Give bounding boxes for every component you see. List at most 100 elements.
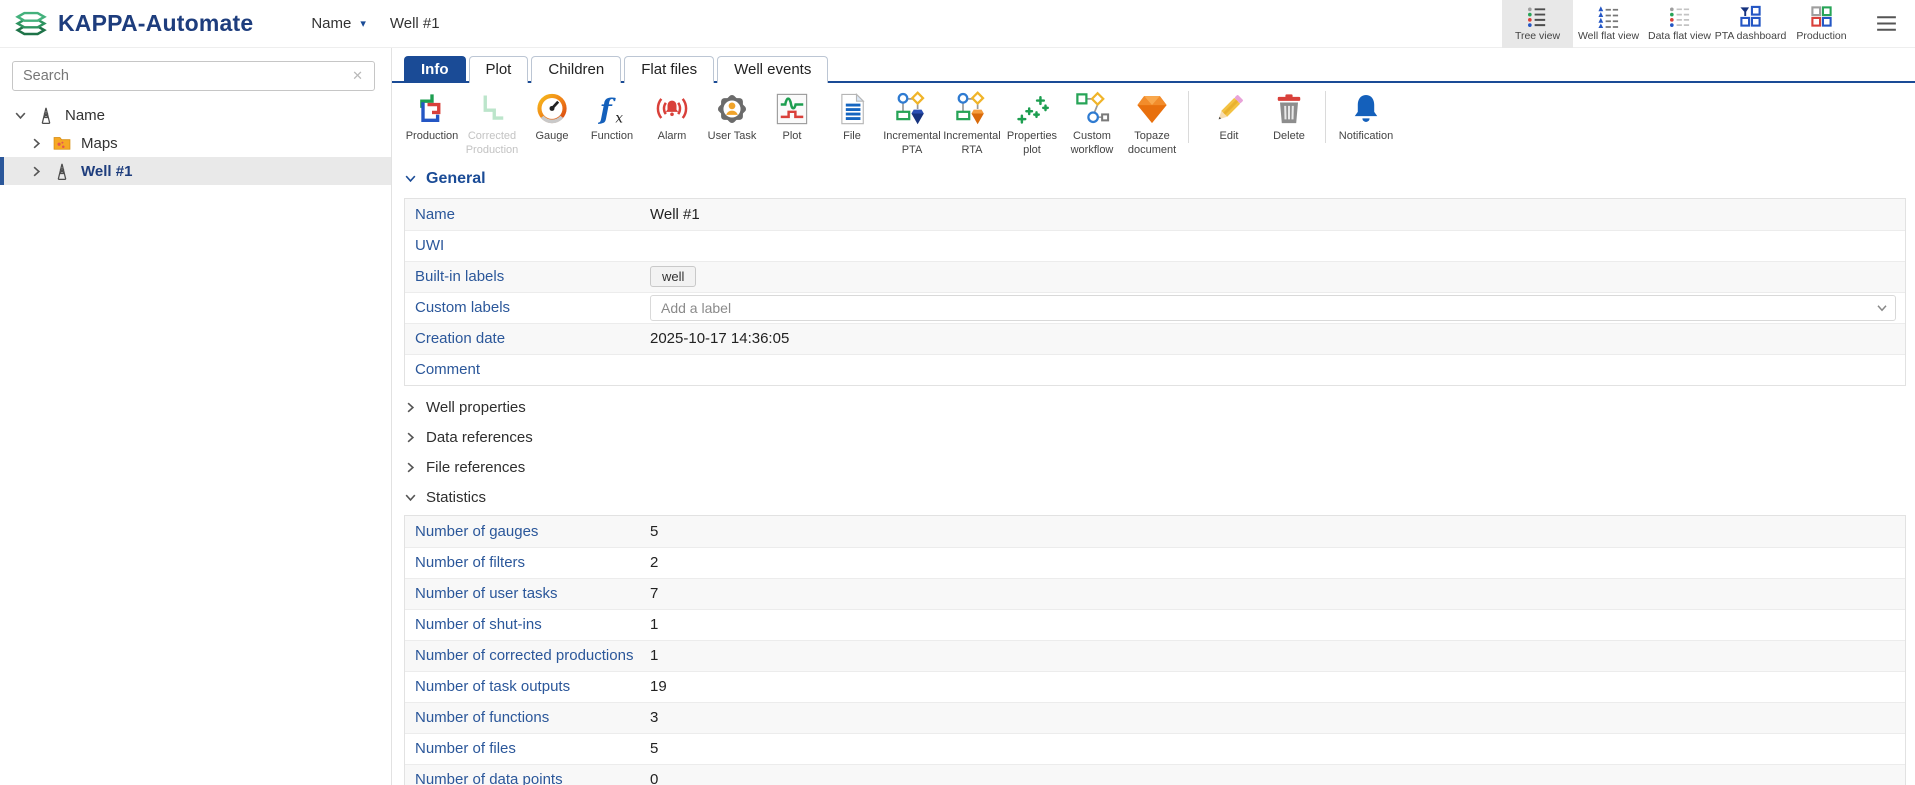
view-button-well-flat-view[interactable]: Well flat view (1573, 0, 1644, 48)
toolbar-button-custom-workflow[interactable]: Custom workflow (1062, 89, 1122, 158)
toolbar-button-label: Function (590, 130, 634, 142)
tab-children[interactable]: Children (531, 56, 622, 83)
incremental-rta-icon (954, 89, 990, 129)
statistic-label: Number of shut-ins (415, 616, 542, 633)
statistic-label: Number of data points (415, 771, 563, 785)
section-title: Data references (426, 428, 533, 446)
toolbar-button-label: User Task (707, 130, 757, 142)
section-header-file-references[interactable]: File references (404, 459, 1906, 476)
section-title: General (426, 169, 486, 187)
dropdown-chevron-icon[interactable] (1876, 302, 1888, 314)
toolbar-button-label: Production (405, 130, 459, 142)
view-button-pta-dashboard[interactable]: PTA dashboard (1715, 0, 1786, 48)
toolbar-button-function[interactable]: f x Function (582, 89, 642, 144)
property-row: Creation date 2025-10-17 14:36:05 (405, 322, 1905, 354)
user-task-icon (714, 89, 750, 129)
toolbar-button-label: Gauge (535, 130, 569, 142)
incremental-pta-icon (894, 89, 930, 129)
statistic-row: Number of gauges 5 (405, 515, 1905, 547)
statistic-value: 5 (650, 522, 659, 540)
toolbar-separator (1188, 91, 1189, 143)
view-switcher: Tree view Well flat view Data flat view PTA… (1502, 0, 1857, 48)
toolbar-button-plot[interactable]: Plot (762, 89, 822, 144)
section-header-statistics[interactable]: Statistics (404, 489, 1906, 506)
data-flat-view-icon (1668, 5, 1691, 28)
section-header-well-properties[interactable]: Well properties (404, 399, 1906, 416)
delete-icon (1271, 89, 1307, 129)
statistic-row: Number of data points 0 (405, 763, 1905, 785)
chevron-right-icon[interactable] (30, 165, 43, 178)
view-button-data-flat-view[interactable]: Data flat view (1644, 0, 1715, 48)
toolbar-button-incremental-pta[interactable]: Incremental PTA (882, 89, 942, 158)
section-title: File references (426, 458, 526, 476)
toolbar-button-production[interactable]: Production (402, 89, 462, 144)
view-button-label: Production (1796, 30, 1847, 42)
context-dropdown-label: Name (311, 15, 352, 32)
toolbar-button-user-task[interactable]: User Task (702, 89, 762, 144)
sidebar-item-well-1[interactable]: Well #1 (0, 157, 391, 185)
toolbar-separator (1325, 91, 1326, 143)
toolbar-button-label: Delete (1273, 130, 1305, 142)
section-header-general[interactable]: General (404, 170, 1906, 188)
tab-flat-files[interactable]: Flat files (624, 56, 715, 83)
toolbar-button-edit[interactable]: Edit (1199, 89, 1259, 144)
toolbar-button-label: Incremental PTA (883, 130, 941, 156)
general-table: Name Well #1 UWI Built-in labels well Custom … (404, 197, 1906, 386)
derrick-icon (36, 105, 56, 125)
statistic-label: Number of filters (415, 554, 526, 571)
property-value: 2025-10-17 14:36:05 (650, 330, 790, 347)
section-title: Statistics (426, 488, 487, 506)
hamburger-icon (1874, 11, 1899, 36)
statistic-row: Number of functions 3 (405, 701, 1905, 733)
alarm-icon (654, 89, 690, 129)
tab-info[interactable]: Info (404, 56, 466, 83)
tab-plot[interactable]: Plot (468, 56, 529, 83)
search-input[interactable] (13, 68, 353, 84)
statistics-table: Number of gauges 5 Number of filters 2 Numbe… (404, 514, 1906, 785)
toolbar-button-file[interactable]: File (822, 89, 882, 144)
toolbar-button-notification[interactable]: Notification (1336, 89, 1396, 144)
toolbar-button-gauge[interactable]: Gauge (522, 89, 582, 144)
statistic-value: 7 (650, 585, 659, 602)
toolbar-button-label: Edit (1219, 130, 1239, 142)
chevron-right-icon (404, 461, 417, 474)
statistic-label: Number of user tasks (415, 585, 558, 602)
chevron-right-icon (404, 431, 417, 444)
toolbar-button-label: Topaze document (1127, 130, 1177, 156)
toolbar-button-alarm[interactable]: Alarm (642, 89, 702, 144)
statistic-label: Number of task outputs (415, 678, 571, 695)
toolbar: Production Corrected Production Gauge f x Fun… (392, 83, 1915, 158)
caret-down-icon: ▾ (360, 18, 366, 30)
chevron-right-icon[interactable] (30, 137, 43, 150)
statistic-label: Number of corrected productions (415, 647, 634, 664)
production-view-icon (1810, 5, 1833, 28)
menu-button[interactable] (1857, 11, 1915, 36)
toolbar-button-topaze-document[interactable]: Topaze document (1122, 89, 1182, 158)
view-button-tree-view[interactable]: Tree view (1502, 0, 1573, 48)
app-body: ✕ NameMapsWell #1 InfoPlotChildrenFlat f… (0, 48, 1915, 785)
sidebar-item-maps[interactable]: Maps (0, 129, 391, 157)
property-label: Custom labels (415, 299, 511, 316)
statistic-label: Number of functions (415, 709, 550, 726)
function-icon: fx (594, 89, 630, 129)
main-panel: Info Plot Children Flat files Well events Pr… (392, 48, 1915, 785)
toolbar-button-properties-plot[interactable]: Properties plot (1002, 89, 1062, 158)
chevron-down-icon (404, 172, 417, 185)
context-dropdown[interactable]: Name ▾ (311, 15, 366, 32)
app-title: KAPPA-Automate (58, 10, 254, 36)
view-button-production[interactable]: Production (1786, 0, 1857, 48)
section-title: Well properties (426, 398, 526, 416)
toolbar-button-incremental-rta[interactable]: Incremental RTA (942, 89, 1002, 158)
add-label-input[interactable] (650, 294, 1896, 321)
navigation-tree: Name Maps Well #1 (0, 101, 391, 185)
tab-well-events[interactable]: Well events (717, 56, 829, 83)
toolbar-button-delete[interactable]: Delete (1259, 89, 1319, 144)
pta-dashboard-icon (1739, 5, 1762, 28)
chevron-down-icon[interactable] (14, 109, 27, 122)
sidebar-item-name[interactable]: Name (0, 101, 391, 129)
clear-search-icon[interactable]: ✕ (352, 68, 374, 84)
property-label: UWI (415, 237, 445, 254)
property-label: Built-in labels (415, 268, 505, 285)
tree-view-icon (1526, 5, 1549, 28)
section-header-data-references[interactable]: Data references (404, 429, 1906, 446)
